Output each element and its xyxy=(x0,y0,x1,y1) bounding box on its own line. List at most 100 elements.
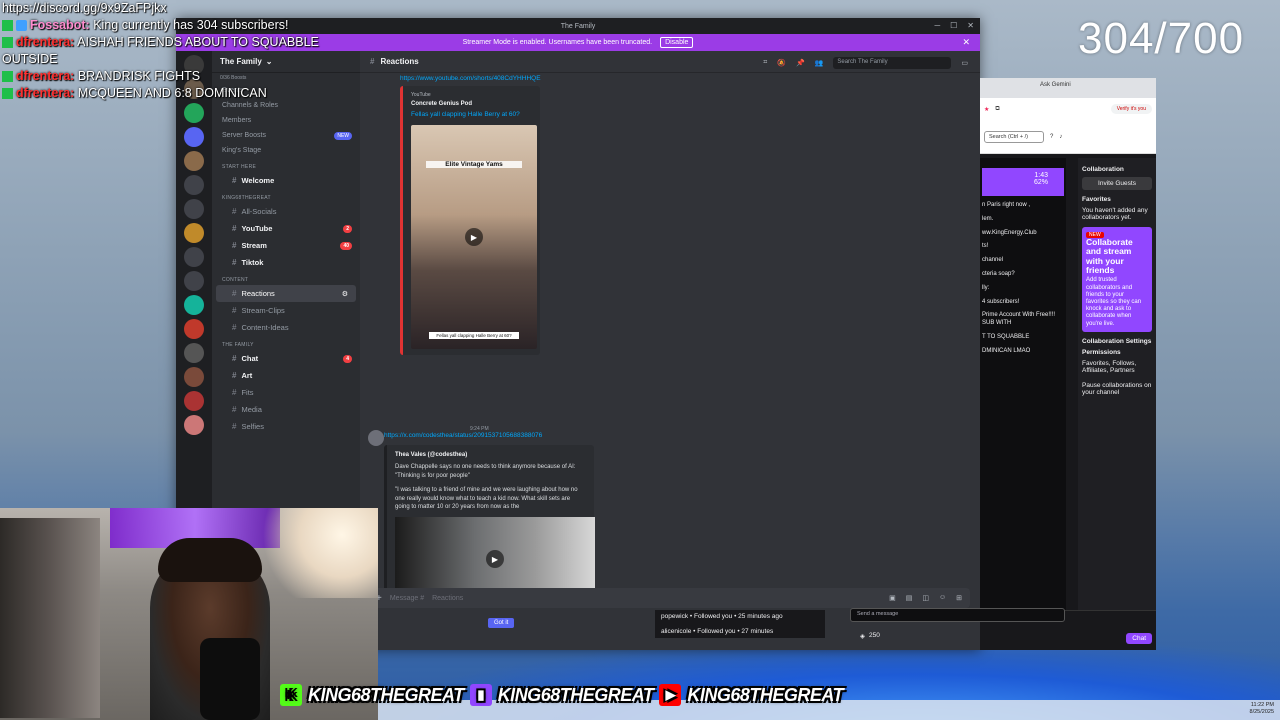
server-icon[interactable] xyxy=(184,295,204,315)
avatar[interactable] xyxy=(368,430,384,446)
streamer-hair xyxy=(158,538,262,582)
youtube-icon: ▶ xyxy=(659,684,682,706)
verify-button[interactable]: Verify it's you xyxy=(1110,104,1152,114)
close-icon[interactable]: ✕ xyxy=(967,21,974,30)
twitch-handle: KING68THEGREAT xyxy=(497,684,654,705)
search-input[interactable]: Search The Family xyxy=(833,57,952,69)
chat-send-button[interactable]: Chat xyxy=(1126,633,1152,644)
notifications-icon[interactable]: ♪ xyxy=(1059,134,1062,140)
star-icon[interactable]: ★ xyxy=(984,106,989,113)
apps-icon[interactable]: ⊞ xyxy=(956,594,962,602)
twitch-send-message-input[interactable]: Send a message xyxy=(850,608,1065,622)
members-icon[interactable]: 👥 xyxy=(815,59,824,67)
channel-media[interactable]: # Media xyxy=(212,401,360,418)
category-start-here[interactable]: START HERE xyxy=(212,158,360,172)
channel-tiktok[interactable]: # Tiktok xyxy=(212,254,360,271)
taskbar-clock[interactable]: 11:22 PM 8/25/2025 xyxy=(1250,702,1274,715)
settings-icon[interactable]: ⚙ xyxy=(342,290,348,298)
invite-guests-button[interactable]: Invite Guests xyxy=(1082,177,1152,190)
inbox-icon[interactable]: ▭ xyxy=(961,59,968,67)
chat-text: King currently has 304 subscribers! xyxy=(93,18,289,32)
embed-title[interactable]: Fellas yall clapping Halle Berry at 60? xyxy=(411,110,532,119)
message-link[interactable]: https://www.youtube.com/shorts/408CdYHHH… xyxy=(400,75,541,82)
stage-item[interactable]: King's Stage xyxy=(212,143,360,158)
disable-streamer-button[interactable]: Disable xyxy=(660,37,694,48)
social-handles: K KING68THEGREAT ▮ KING68THEGREAT ▶ KING… xyxy=(280,684,844,706)
collab-promo: NEW Collaborate and stream with your fri… xyxy=(1082,227,1152,332)
kick-handle: KING68THEGREAT xyxy=(308,684,464,705)
permissions-text[interactable]: Favorites, Follows, Affiliates, Partners xyxy=(1082,360,1152,374)
sub-badge-icon xyxy=(2,71,13,83)
minimize-icon[interactable]: ─ xyxy=(934,21,940,30)
category-the-family[interactable]: THE FAMILY xyxy=(212,336,360,350)
channel-selfies[interactable]: # Selfies xyxy=(212,418,360,435)
channel-label: Selfies xyxy=(241,422,264,431)
message-link[interactable]: https://x.com/codesthea/status/209153710… xyxy=(384,432,594,439)
twitch-search-input[interactable]: Search (Ctrl + /) xyxy=(984,130,1044,143)
hash-icon: # xyxy=(232,176,237,185)
channel-points[interactable]: ◈ 250 xyxy=(860,632,880,640)
embed-provider: YouTube xyxy=(411,92,431,98)
server-icon[interactable] xyxy=(184,223,204,243)
channel-label: Chat xyxy=(241,354,259,363)
hash-icon: # xyxy=(232,354,237,363)
mute-icon[interactable]: 🔕 xyxy=(777,59,786,67)
server-icon[interactable] xyxy=(184,199,204,219)
emoji-icon[interactable]: ☺ xyxy=(939,594,946,602)
server-icon[interactable] xyxy=(184,151,204,171)
composer-tools: ▣ ▤ ◫ ☺ ⊞ xyxy=(889,594,962,602)
composer-channel: Reactions xyxy=(432,594,464,602)
browser-tab[interactable]: Ask Gemini xyxy=(980,78,1156,98)
got-it-button[interactable]: Got it xyxy=(488,618,515,628)
feed-item: ts! xyxy=(982,243,989,250)
pause-collab-item[interactable]: Pause collaborations on your channel xyxy=(1082,382,1152,396)
collab-menu[interactable]: Collaboration xyxy=(1082,166,1152,173)
twitch-icon: ▮ xyxy=(469,684,492,706)
gift-icon[interactable]: ▣ xyxy=(889,594,896,602)
extension-icon[interactable]: ⧉ xyxy=(995,106,999,113)
gif-icon[interactable]: ▤ xyxy=(906,594,913,602)
channel-stream[interactable]: # Stream 40 xyxy=(212,237,360,254)
chat-text: BRANDRISK FIGHTS xyxy=(77,69,201,83)
channel-art[interactable]: # Art xyxy=(212,367,360,384)
server-icon[interactable] xyxy=(184,367,204,387)
threads-icon[interactable]: ⌗ xyxy=(763,59,767,67)
server-icon[interactable] xyxy=(184,103,204,123)
chat-line: dfrentera: MCQUEEN AND 6:8 DOMINICAN xyxy=(2,85,322,102)
play-icon[interactable]: ▶ xyxy=(465,228,483,247)
server-icon[interactable] xyxy=(184,127,204,147)
sticker-icon[interactable]: ◫ xyxy=(922,594,929,602)
message-composer[interactable]: + Message # Reactions ▣ ▤ ◫ ☺ ⊞ xyxy=(368,588,970,608)
channel-fits[interactable]: # Fits xyxy=(212,384,360,401)
channel-all-socials[interactable]: # All-Socials xyxy=(212,203,360,220)
maximize-icon[interactable]: ☐ xyxy=(950,21,957,30)
channel-chat[interactable]: # Chat 4 xyxy=(212,350,360,367)
members-item[interactable]: Members xyxy=(212,113,360,128)
hash-icon: # xyxy=(232,306,237,315)
video-thumbnail[interactable]: Elite Vintage Yams ▶ Fellas yall clappin… xyxy=(411,125,537,350)
channel-stream-clips[interactable]: # Stream-Clips xyxy=(212,302,360,319)
server-icon[interactable] xyxy=(184,247,204,267)
server-icon[interactable] xyxy=(184,391,204,411)
background-clothes xyxy=(0,518,100,718)
channel-welcome[interactable]: # Welcome xyxy=(212,172,360,189)
embed-author[interactable]: Concrete Genius Pod xyxy=(411,101,532,107)
server-boosts-item[interactable]: Server Boosts NEW xyxy=(212,128,360,143)
tweet-author[interactable]: Thea Vales (@codesthea) xyxy=(395,451,586,459)
channel-reactions[interactable]: # Reactions ⚙ xyxy=(216,285,356,302)
banner-close-icon[interactable]: ✕ xyxy=(962,37,970,48)
stream-chat-overlay: https://discord.gg/9x9ZaFPjkx Fossabot: … xyxy=(2,0,322,102)
category-king[interactable]: KING68THEGREAT xyxy=(212,189,360,203)
server-icon[interactable] xyxy=(184,343,204,363)
server-icon[interactable] xyxy=(184,271,204,291)
server-icon[interactable] xyxy=(184,175,204,195)
play-icon[interactable]: ▶ xyxy=(486,550,504,569)
channel-content-ideas[interactable]: # Content-Ideas xyxy=(212,319,360,336)
help-icon[interactable]: ? xyxy=(1050,134,1053,140)
server-icon[interactable] xyxy=(184,415,204,435)
pin-icon[interactable]: 📌 xyxy=(796,59,805,67)
category-content[interactable]: CONTENT xyxy=(212,271,360,285)
twitch-header: Search (Ctrl + /) ? ♪ xyxy=(980,120,1156,154)
channel-youtube[interactable]: # YouTube 2 xyxy=(212,220,360,237)
server-icon[interactable] xyxy=(184,319,204,339)
